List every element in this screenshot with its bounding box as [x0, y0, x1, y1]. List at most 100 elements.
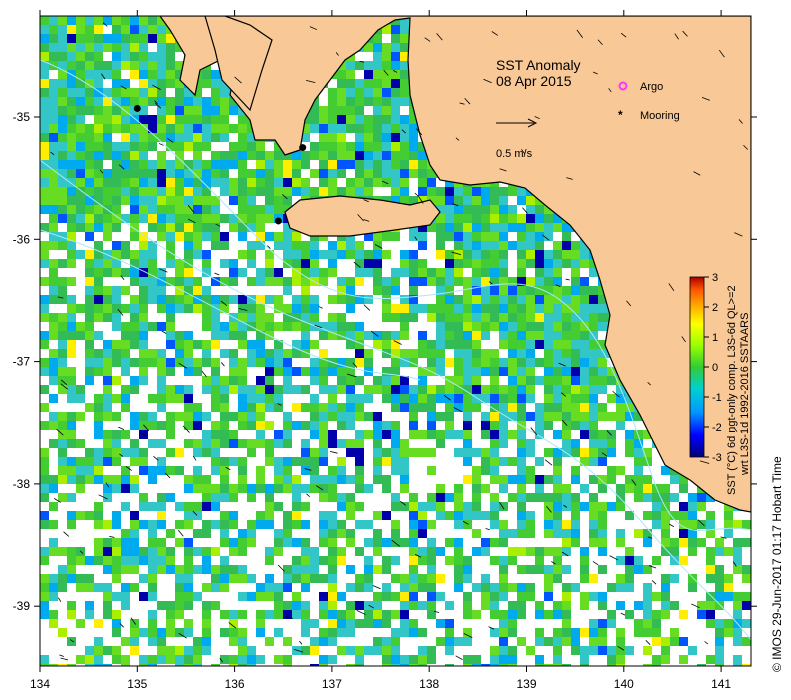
sst-cell — [544, 277, 553, 286]
sst-cell — [634, 493, 643, 502]
sst-cell — [436, 484, 445, 493]
sst-cell — [616, 484, 625, 493]
sst-cell — [553, 664, 562, 666]
sst-cell — [85, 457, 94, 466]
sst-cell — [238, 250, 247, 259]
sst-cell — [598, 430, 607, 439]
sst-cell — [481, 187, 490, 196]
sst-cell — [373, 142, 382, 151]
sst-cell — [544, 367, 553, 376]
sst-cell — [517, 520, 526, 529]
sst-cell — [58, 259, 67, 268]
sst-cell — [328, 88, 337, 97]
sst-cell — [238, 376, 247, 385]
map-title: SST Anomaly — [496, 57, 581, 73]
sst-cell — [211, 79, 220, 88]
sst-cell — [49, 358, 58, 367]
sst-cell — [193, 151, 202, 160]
sst-cell — [373, 421, 382, 430]
sst-cell — [436, 592, 445, 601]
sst-cell — [175, 646, 184, 655]
sst-cell — [58, 475, 67, 484]
colorbar-tick-label: 1 — [712, 332, 718, 344]
sst-cell — [364, 178, 373, 187]
sst-cell — [553, 358, 562, 367]
sst-cell — [301, 520, 310, 529]
sst-cell — [265, 556, 274, 565]
sst-cell — [103, 664, 112, 666]
sst-cell — [202, 313, 211, 322]
sst-cell — [157, 286, 166, 295]
sst-cell — [247, 646, 256, 655]
sst-cell — [472, 529, 481, 538]
sst-cell — [94, 457, 103, 466]
sst-cell — [67, 250, 76, 259]
sst-cell — [337, 115, 346, 124]
sst-cell — [283, 664, 292, 666]
sst-cell — [553, 628, 562, 637]
sst-cell — [652, 655, 661, 664]
sst-cell — [346, 187, 355, 196]
sst-cell — [112, 574, 121, 583]
sst-cell — [148, 466, 157, 475]
sst-cell — [211, 664, 220, 666]
sst-cell — [589, 592, 598, 601]
sst-cell — [247, 529, 256, 538]
sst-cell — [499, 637, 508, 646]
sst-cell — [94, 583, 103, 592]
sst-cell — [112, 547, 121, 556]
sst-cell — [391, 151, 400, 160]
sst-cell — [508, 601, 517, 610]
sst-cell — [247, 448, 256, 457]
sst-cell — [202, 520, 211, 529]
sst-cell — [328, 547, 337, 556]
sst-cell — [418, 232, 427, 241]
sst-cell — [292, 565, 301, 574]
sst-cell — [193, 484, 202, 493]
sst-cell — [166, 412, 175, 421]
sst-cell — [454, 277, 463, 286]
sst-cell — [157, 628, 166, 637]
sst-cell — [580, 295, 589, 304]
sst-cell — [706, 655, 715, 664]
sst-cell — [517, 295, 526, 304]
sst-cell — [508, 313, 517, 322]
sst-cell — [319, 574, 328, 583]
sst-cell — [265, 169, 274, 178]
sst-cell — [40, 340, 49, 349]
sst-cell — [67, 394, 76, 403]
sst-cell — [607, 466, 616, 475]
sst-cell — [553, 250, 562, 259]
sst-cell — [166, 358, 175, 367]
sst-cell — [571, 493, 580, 502]
x-tick-label: 141 — [711, 677, 731, 691]
sst-cell — [247, 493, 256, 502]
sst-cell — [499, 430, 508, 439]
sst-cell — [274, 178, 283, 187]
sst-cell — [103, 223, 112, 232]
sst-cell — [157, 52, 166, 61]
sst-cell — [400, 619, 409, 628]
sst-cell — [589, 646, 598, 655]
sst-cell — [535, 484, 544, 493]
sst-cell — [166, 322, 175, 331]
sst-cell — [364, 124, 373, 133]
sst-cell — [364, 79, 373, 88]
sst-cell — [319, 331, 328, 340]
sst-cell — [706, 556, 715, 565]
sst-cell — [76, 439, 85, 448]
sst-cell — [409, 619, 418, 628]
sst-cell — [445, 403, 454, 412]
sst-cell — [103, 610, 112, 619]
sst-cell — [715, 538, 724, 547]
sst-cell — [103, 646, 112, 655]
sst-cell — [85, 151, 94, 160]
sst-cell — [535, 214, 544, 223]
sst-cell — [103, 214, 112, 223]
sst-cell — [184, 196, 193, 205]
sst-cell — [472, 403, 481, 412]
sst-cell — [238, 664, 247, 666]
sst-cell — [715, 637, 724, 646]
sst-cell — [76, 196, 85, 205]
sst-cell — [184, 511, 193, 520]
